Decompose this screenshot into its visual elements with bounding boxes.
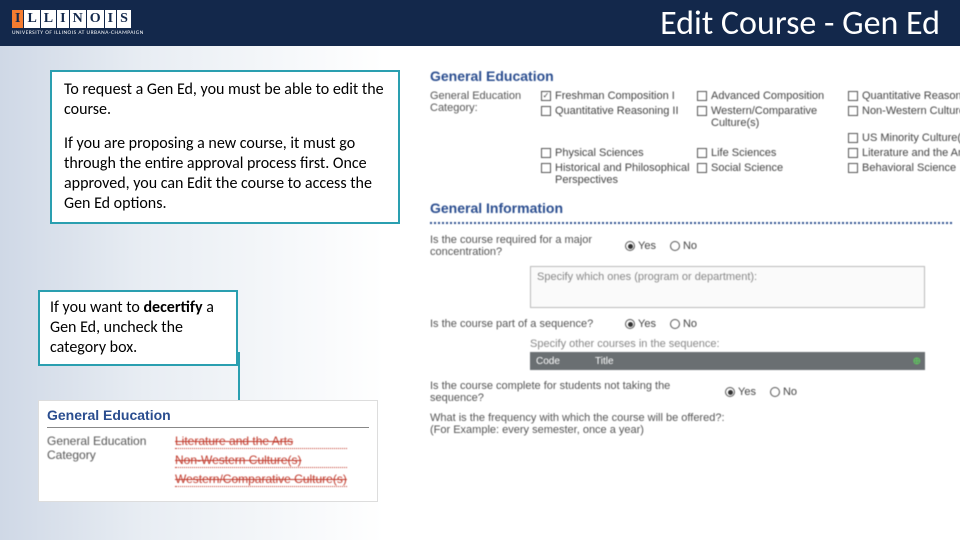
q-complete: Is the course complete for students not … — [430, 380, 725, 404]
page-title: Edit Course - Gen Ed — [660, 3, 948, 44]
checkbox-litarts[interactable]: Literature and the Arts — [848, 147, 960, 159]
q-frequency: What is the frequency with which the cou… — [430, 412, 960, 436]
category-label: General Education Category — [47, 434, 157, 491]
checkbox-adv-comp[interactable]: Advanced Composition — [697, 90, 842, 102]
checkbox-social[interactable]: Social Science — [697, 162, 842, 186]
struck-value: Western/Comparative Culture(s) — [175, 472, 347, 487]
ge-section-title: General Education — [430, 68, 960, 84]
callout-p2: If you are proposing a new course, it mu… — [64, 134, 386, 214]
checkbox-qr1[interactable]: Quantitative Reasoning I — [848, 90, 960, 102]
checkbox-qr2[interactable]: Quantitative Reasoning II — [541, 105, 691, 129]
struck-value: Literature and the Arts — [175, 434, 347, 449]
checkbox-nonwestern[interactable]: Non-Western Culture(s) — [848, 105, 960, 129]
callout-decertify: If you want to decertify a Gen Ed, unche… — [38, 290, 238, 366]
checkbox-behavioral[interactable]: Behavioral Science — [848, 162, 960, 186]
gi-section-title: General Information — [430, 200, 960, 216]
radio-no[interactable]: No — [670, 318, 697, 330]
th-title: Title — [595, 356, 614, 367]
checkbox-physical[interactable]: Physical Sciences — [541, 147, 691, 159]
q-major-concentration: Is the course required for a major conce… — [430, 234, 625, 258]
add-row-icon[interactable]: ⊕ — [913, 356, 921, 367]
radio-yes[interactable]: Yes — [625, 318, 656, 330]
checkbox-freshman-comp[interactable]: ✓Freshman Composition I — [541, 90, 691, 102]
section-title: General Education — [47, 407, 369, 428]
struck-value: Non-Western Culture(s) — [175, 453, 347, 468]
checkbox-usminority[interactable]: US Minority Culture(s) — [848, 132, 960, 144]
radio-yes[interactable]: Yes — [725, 386, 756, 398]
radio-no[interactable]: No — [770, 386, 797, 398]
checkbox-western[interactable]: Western/Comparative Culture(s) — [697, 105, 842, 129]
ge-category-label: General Education Category: — [430, 90, 535, 144]
th-code: Code — [530, 356, 595, 367]
checkbox-life[interactable]: Life Sciences — [697, 147, 842, 159]
callout-instructions: To request a Gen Ed, you must be able to… — [50, 70, 400, 224]
decertify-example-panel: General Education General Education Cate… — [38, 400, 378, 502]
logo-subtext: UNIVERSITY OF ILLINOIS AT URBANA-CHAMPAI… — [12, 30, 144, 36]
callout-p1: To request a Gen Ed, you must be able to… — [64, 80, 386, 120]
radio-yes[interactable]: Yes — [625, 240, 656, 252]
logo: ILLINOIS UNIVERSITY OF ILLINOIS AT URBAN… — [12, 10, 144, 36]
specify-programs-input[interactable]: Specify which ones (program or departmen… — [530, 266, 925, 308]
radio-no[interactable]: No — [670, 240, 697, 252]
sequence-table: Specify other courses in the sequence: C… — [530, 338, 925, 370]
form-screenshot: General Education General Education Cate… — [420, 60, 960, 540]
header-bar: ILLINOIS UNIVERSITY OF ILLINOIS AT URBAN… — [0, 0, 960, 46]
checkbox-histphil[interactable]: Historical and Philosophical Perspective… — [541, 162, 691, 186]
q-sequence: Is the course part of a sequence? — [430, 318, 625, 330]
